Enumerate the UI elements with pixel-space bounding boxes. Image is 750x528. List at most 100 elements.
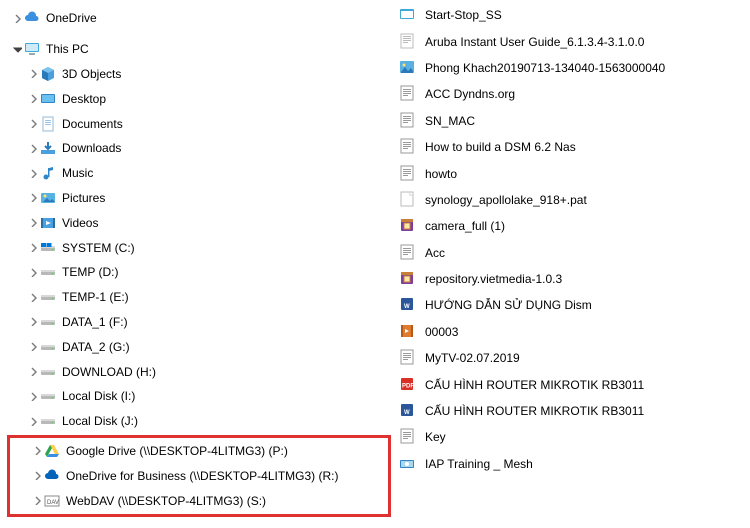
chevron-right-icon[interactable] — [26, 260, 40, 285]
tree-item[interactable]: Downloads — [6, 136, 395, 161]
chevron-right-icon[interactable] — [30, 488, 44, 513]
file-name: HƯỚNG DẪN SỬ DỤNG Dism — [425, 298, 592, 312]
file-name: CẤU HÌNH ROUTER MIKROTIK RB3011 — [425, 404, 644, 418]
tree-label: SYSTEM (C:) — [62, 241, 135, 255]
tree-label: Pictures — [62, 191, 105, 205]
file-name: Key — [425, 430, 446, 444]
file-item[interactable]: ACC Dyndns.org — [399, 81, 750, 107]
chevron-right-icon[interactable] — [26, 359, 40, 384]
chevron-right-icon[interactable] — [30, 463, 44, 488]
tree-item[interactable]: 3D Objects — [6, 62, 395, 87]
file-item[interactable]: howto — [399, 160, 750, 186]
chevron-right-icon[interactable] — [30, 439, 44, 464]
chevron-right-icon[interactable] — [26, 62, 40, 87]
file-name: How to build a DSM 6.2 Nas — [425, 140, 576, 154]
tree-item[interactable]: SYSTEM (C:) — [6, 235, 395, 260]
text-file-icon — [399, 244, 417, 262]
chevron-right-icon[interactable] — [26, 384, 40, 409]
tree-item[interactable]: Local Disk (J:) — [6, 409, 395, 434]
chevron-right-icon[interactable] — [26, 285, 40, 310]
drive-icon — [40, 339, 56, 355]
file-item[interactable]: CẤU HÌNH ROUTER MIKROTIK RB3011 — [399, 371, 750, 397]
tree-item[interactable]: TEMP-1 (E:) — [6, 285, 395, 310]
file-item[interactable]: IAP Training _ Mesh — [399, 451, 750, 477]
tree-item[interactable]: Documents — [6, 111, 395, 136]
file-item[interactable]: synology_apollolake_918+.pat — [399, 187, 750, 213]
google-drive-icon — [44, 443, 60, 459]
chevron-right-icon[interactable] — [26, 136, 40, 161]
tree-label: DOWNLOAD (H:) — [62, 365, 156, 379]
file-item[interactable]: SN_MAC — [399, 108, 750, 134]
tree-label: 3D Objects — [62, 67, 121, 81]
text-file-icon — [399, 112, 417, 130]
tree-item[interactable]: TEMP (D:) — [6, 260, 395, 285]
tree-item[interactable]: Music — [6, 161, 395, 186]
file-list: Start-Stop_SSAruba Instant User Guide_6.… — [395, 0, 750, 528]
file-item[interactable]: How to build a DSM 6.2 Nas — [399, 134, 750, 160]
chevron-down-icon[interactable] — [10, 37, 24, 62]
file-name: Acc — [425, 246, 445, 260]
tree-item[interactable]: DOWNLOAD (H:) — [6, 359, 395, 384]
chevron-right-icon[interactable] — [26, 334, 40, 359]
tree-item[interactable]: Videos — [6, 210, 395, 235]
tree-label: WebDAV (\\DESKTOP-4LITMG3) (S:) — [66, 494, 266, 508]
tree-item-network[interactable]: OneDrive for Business (\\DESKTOP-4LITMG3… — [10, 463, 388, 488]
chevron-right-icon[interactable] — [26, 161, 40, 186]
navigation-tree: OneDrive This PC 3D Objects Desktop Docume… — [0, 0, 395, 528]
chevron-right-icon[interactable] — [26, 86, 40, 111]
chevron-right-icon[interactable] — [26, 310, 40, 335]
application-icon — [399, 455, 417, 473]
tree-label: DATA_1 (F:) — [62, 315, 128, 329]
file-item[interactable]: 00003 — [399, 319, 750, 345]
tree-item[interactable]: DATA_2 (G:) — [6, 334, 395, 359]
file-item[interactable]: MyTV-02.07.2019 — [399, 345, 750, 371]
file-item[interactable]: Start-Stop_SS — [399, 2, 750, 28]
file-item[interactable]: Acc — [399, 240, 750, 266]
pictures-icon — [40, 190, 56, 206]
image-file-icon — [399, 59, 417, 77]
file-name: howto — [425, 167, 457, 181]
file-name: ACC Dyndns.org — [425, 87, 515, 101]
tree-item[interactable]: Pictures — [6, 186, 395, 211]
file-item[interactable]: repository.vietmedia-1.0.3 — [399, 266, 750, 292]
chevron-right-icon[interactable] — [10, 6, 24, 31]
tree-item-thispc[interactable]: This PC — [6, 37, 395, 62]
tree-label: Desktop — [62, 92, 106, 106]
chevron-right-icon[interactable] — [26, 235, 40, 260]
tree-label: Google Drive (\\DESKTOP-4LITMG3) (P:) — [66, 444, 288, 458]
text-file-icon — [399, 33, 417, 51]
tree-item[interactable]: Desktop — [6, 86, 395, 111]
text-file-icon — [399, 349, 417, 367]
file-icon — [399, 191, 417, 209]
monitor-icon — [24, 41, 40, 57]
chevron-right-icon[interactable] — [26, 409, 40, 434]
drive-icon — [40, 264, 56, 280]
text-file-icon — [399, 428, 417, 446]
tree-item-network[interactable]: Google Drive (\\DESKTOP-4LITMG3) (P:) — [10, 439, 388, 464]
file-item[interactable]: Key — [399, 424, 750, 450]
file-name: SN_MAC — [425, 114, 475, 128]
file-name: IAP Training _ Mesh — [425, 457, 533, 471]
chevron-right-icon[interactable] — [26, 186, 40, 211]
cube-icon — [40, 66, 56, 82]
text-file-icon — [399, 138, 417, 156]
archive-icon — [399, 217, 417, 235]
word-file-icon — [399, 402, 417, 420]
file-item[interactable]: camera_full (1) — [399, 213, 750, 239]
chevron-right-icon[interactable] — [26, 210, 40, 235]
application-icon — [399, 6, 417, 24]
tree-item[interactable]: DATA_1 (F:) — [6, 310, 395, 335]
chevron-right-icon[interactable] — [26, 111, 40, 136]
file-name: Phong Khach20190713-134040-1563000040 — [425, 61, 665, 75]
file-item[interactable]: HƯỚNG DẪN SỬ DỤNG Dism — [399, 292, 750, 318]
tree-item-network[interactable]: WebDAV (\\DESKTOP-4LITMG3) (S:) — [10, 488, 388, 513]
system-drive-icon — [40, 240, 56, 256]
file-name: synology_apollolake_918+.pat — [425, 193, 587, 207]
tree-label: OneDrive for Business (\\DESKTOP-4LITMG3… — [66, 469, 339, 483]
tree-item[interactable]: Local Disk (I:) — [6, 384, 395, 409]
tree-item-onedrive[interactable]: OneDrive — [6, 6, 395, 31]
file-item[interactable]: Phong Khach20190713-134040-1563000040 — [399, 55, 750, 81]
onedrive-business-icon — [44, 468, 60, 484]
file-item[interactable]: Aruba Instant User Guide_6.1.3.4-3.1.0.0 — [399, 28, 750, 54]
file-item[interactable]: CẤU HÌNH ROUTER MIKROTIK RB3011 — [399, 398, 750, 424]
